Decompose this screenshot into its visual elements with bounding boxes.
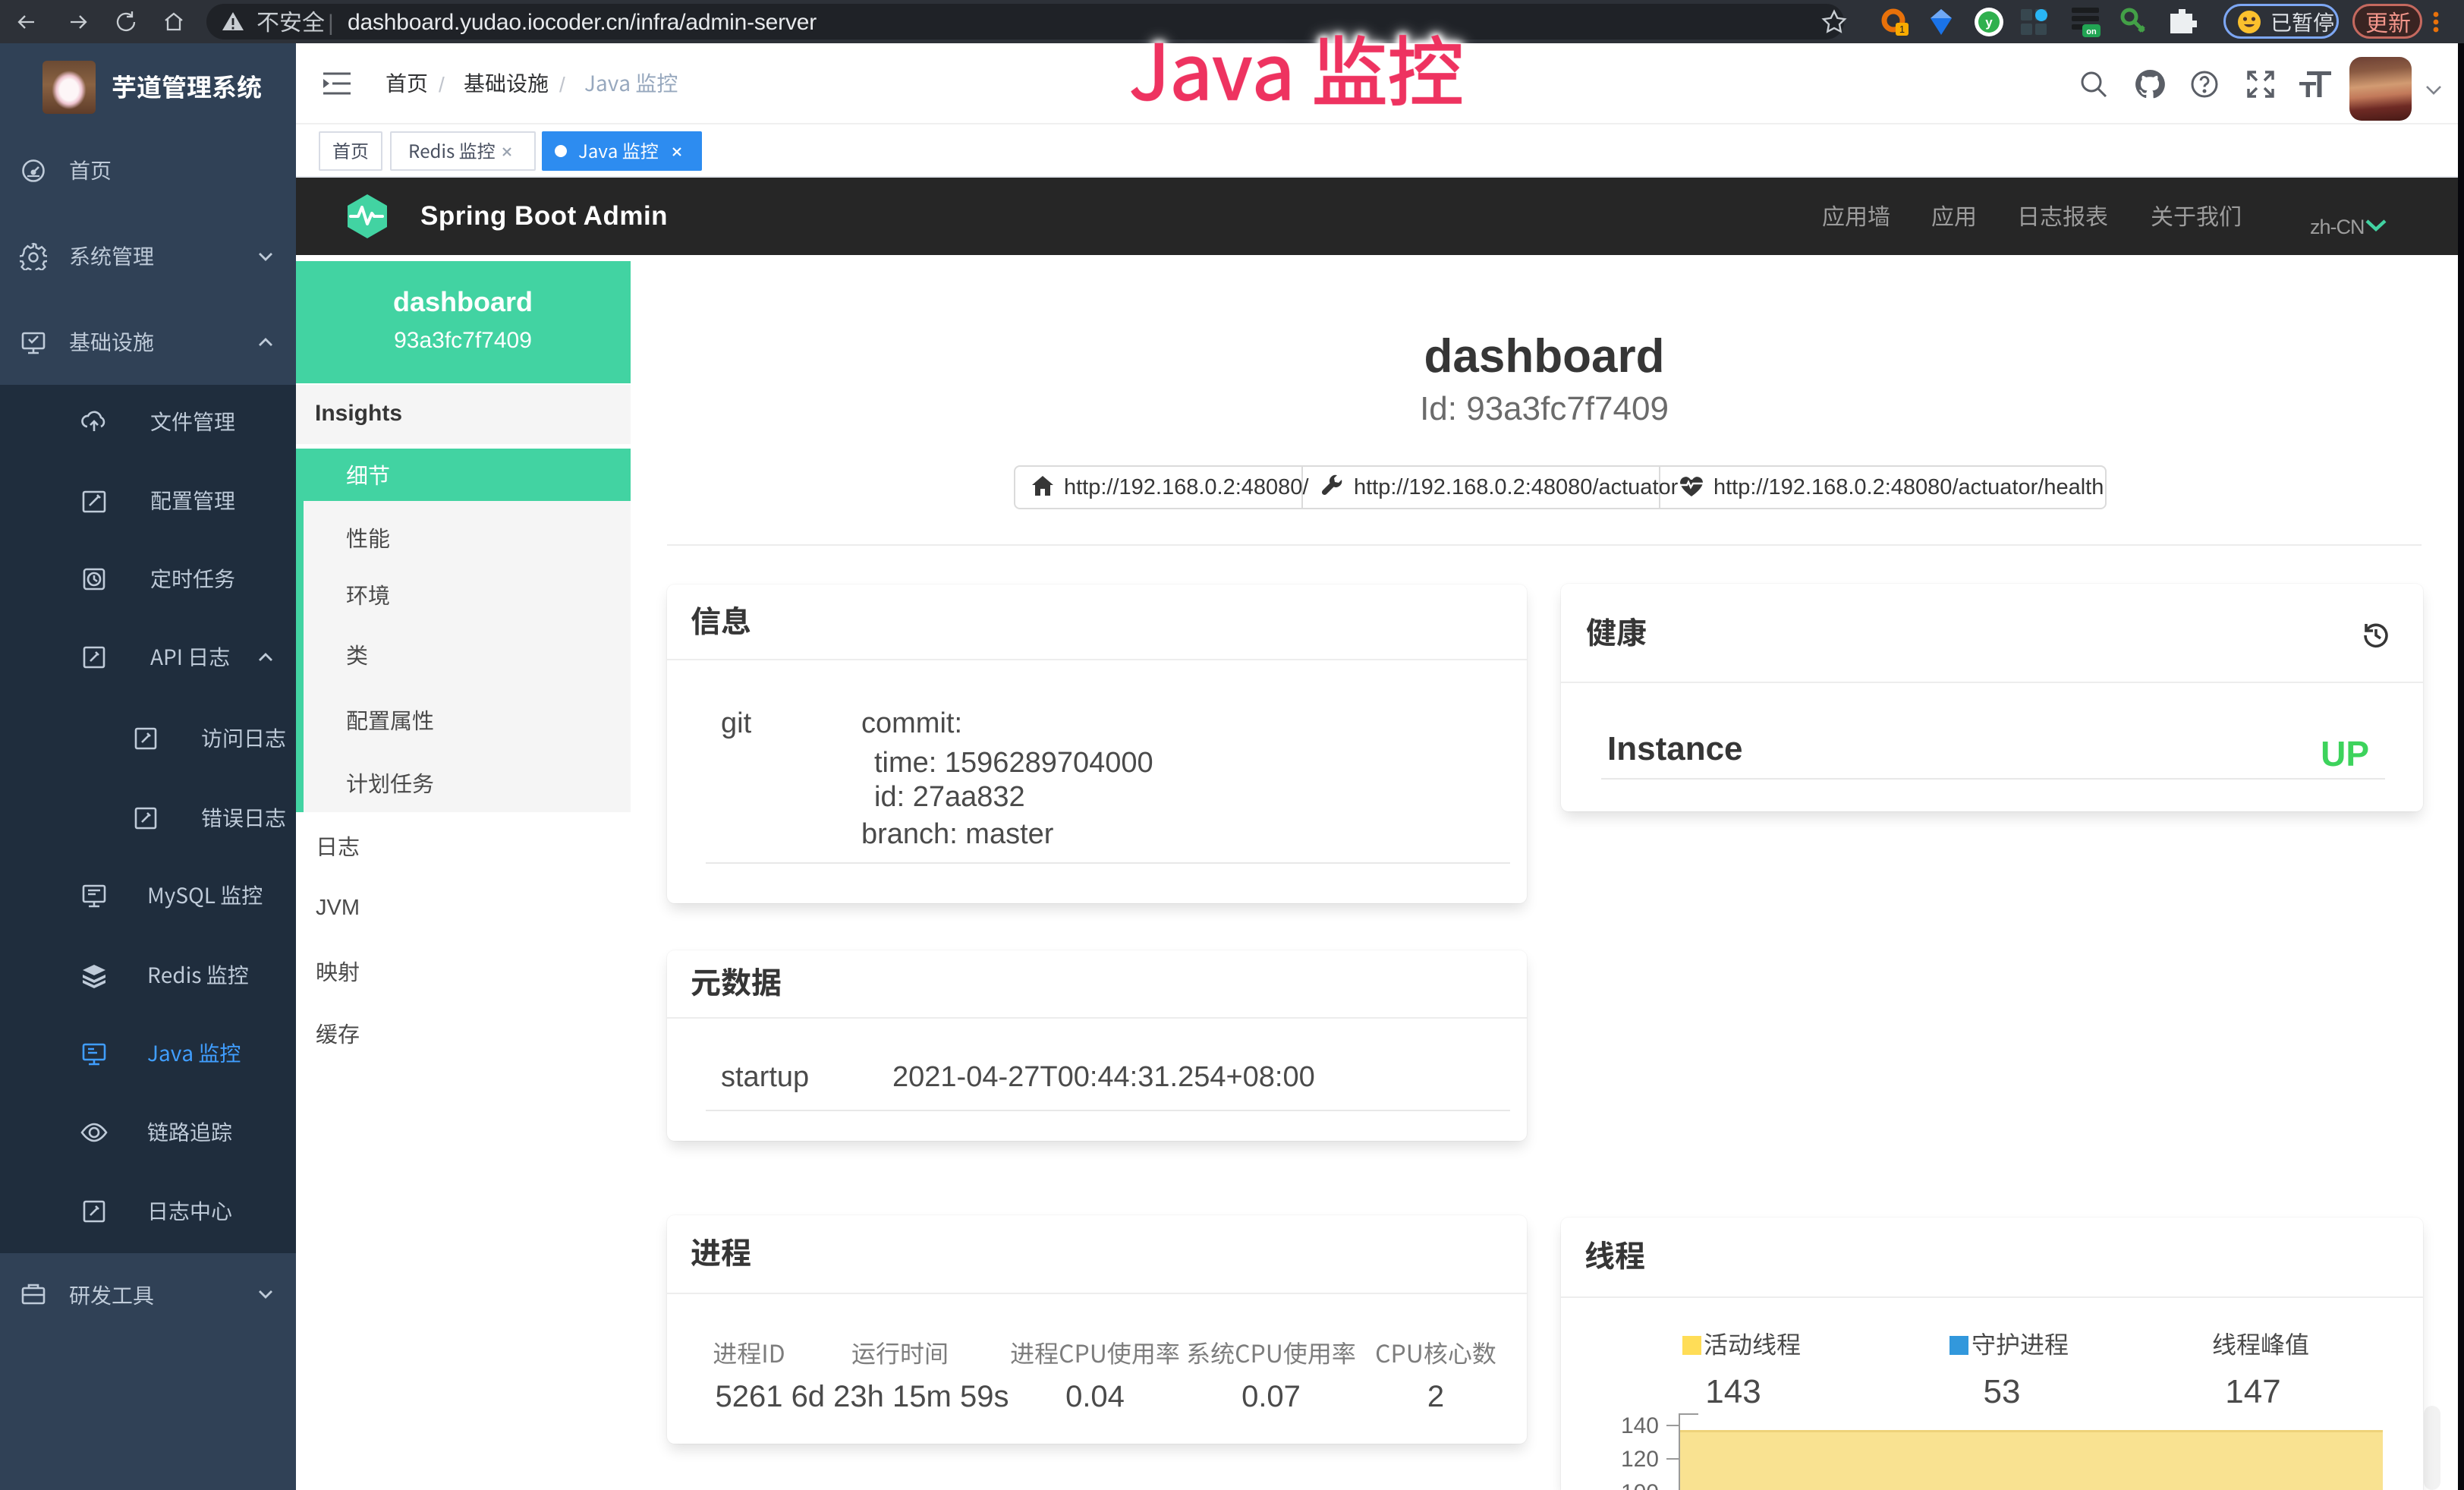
svg-text:on: on — [2086, 27, 2097, 36]
svg-text:1: 1 — [1899, 24, 1905, 35]
svg-text:y: y — [1985, 15, 1993, 30]
